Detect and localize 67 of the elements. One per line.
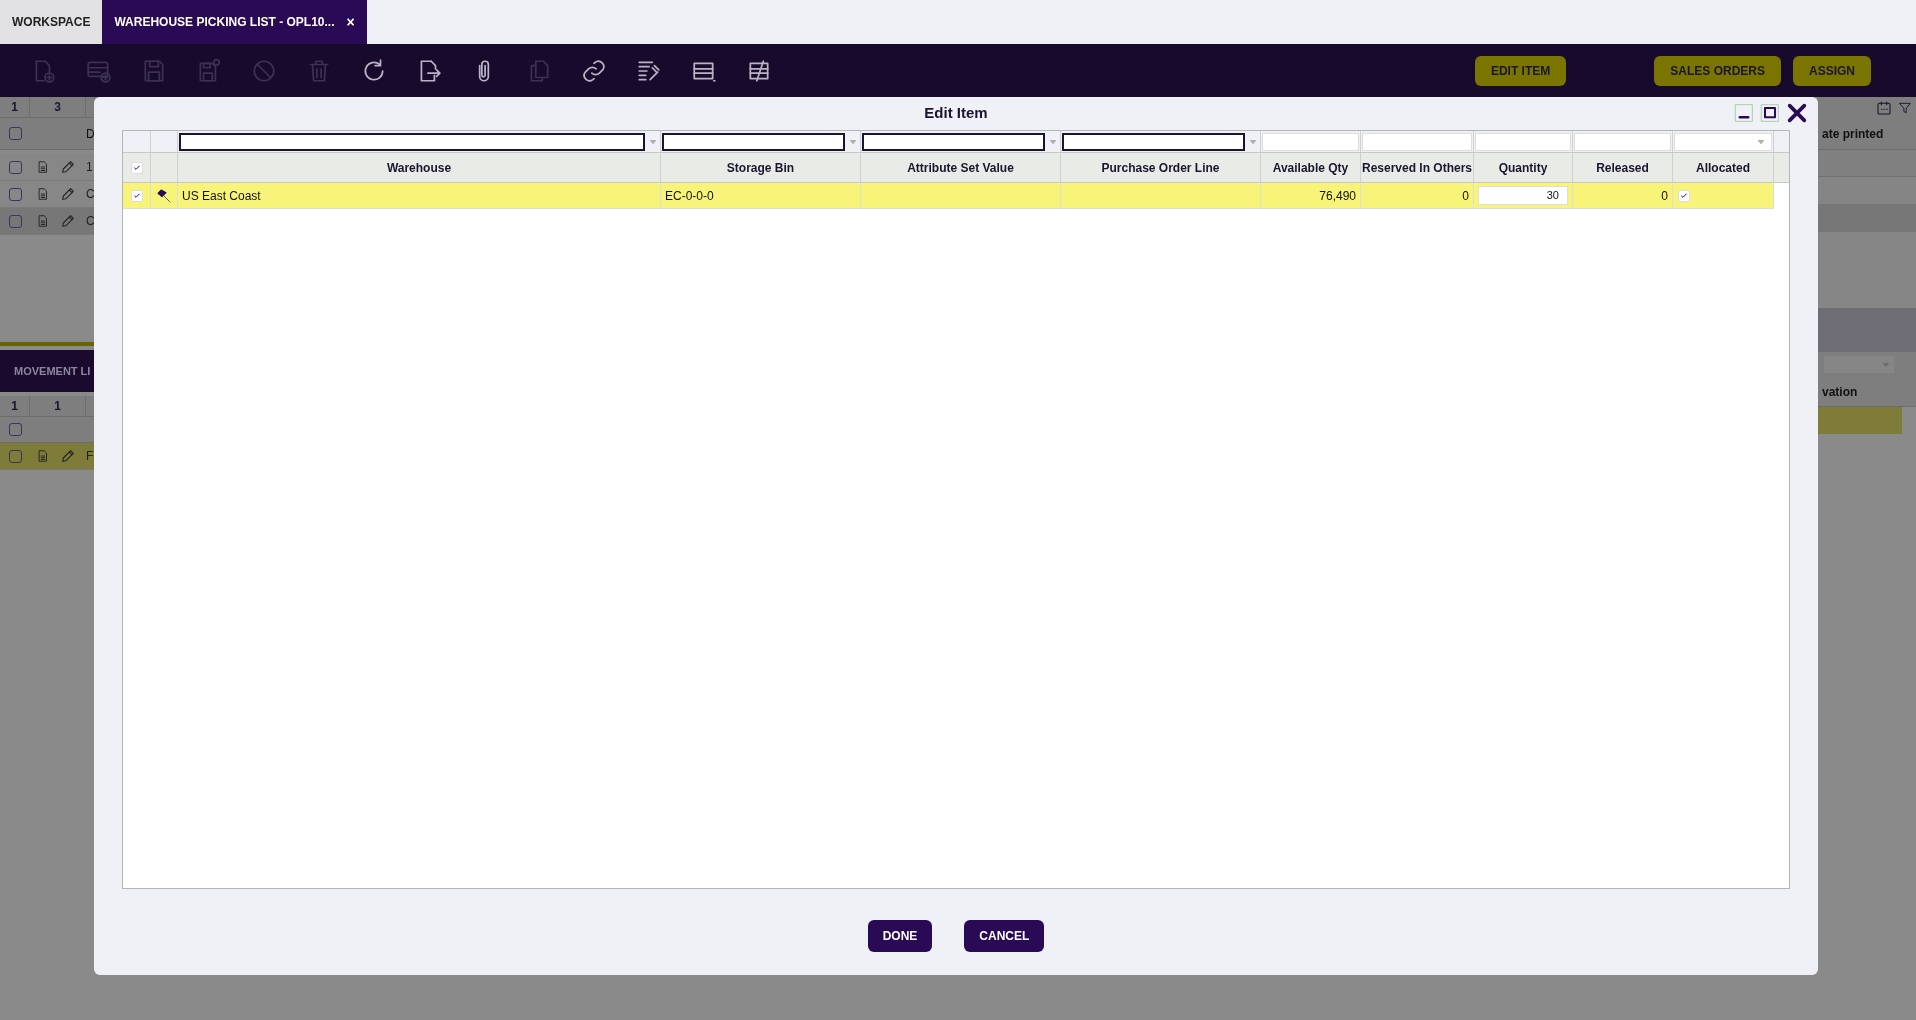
filter-field[interactable] [662,132,845,151]
pencil-icon [60,448,76,464]
filter-field[interactable] [179,132,645,151]
dialog-button[interactable]: CANCEL [964,920,1045,952]
column-header: D [86,125,95,143]
document-icon [36,186,50,202]
dialog-button[interactable]: DONE [867,920,933,952]
table-cell-text: C [86,186,95,203]
table-cell-text: 76,490 [1319,187,1356,205]
count-label: 1 [30,396,86,416]
table-cell-text: US East Coast [182,187,261,205]
filter-field[interactable] [862,132,1045,151]
checkbox[interactable] [8,127,22,140]
check-icon [1680,191,1688,200]
toolbar-button[interactable]: ASSIGN [1793,55,1871,86]
column-header[interactable]: Reserved In Others [1361,153,1474,182]
checkbox[interactable] [8,187,22,201]
count-label: 1 [0,396,30,416]
pencil-icon [60,159,76,175]
tab[interactable]: WAREHOUSE PICKING LIST - OPL10... × [102,0,367,44]
column-header[interactable]: Released [1573,153,1673,182]
tab[interactable]: WORKSPACE [0,0,103,44]
dialog-title: Edit Item [924,103,988,124]
table-cell-text: F [86,448,94,465]
checkbox[interactable] [8,160,22,174]
close-icon[interactable]: × [346,11,355,33]
table-cell-text: 1 [86,159,93,176]
minimize-icon[interactable] [1734,103,1754,123]
count-label: 3 [30,97,86,117]
table-cell-text: 0 [1661,187,1668,205]
checkbox[interactable] [8,214,22,228]
check-icon [132,163,141,172]
table-row[interactable]: US East Coast EC-0-0-0 76,490 0 30 0 [123,183,1774,209]
dropdown-field[interactable] [1824,356,1894,373]
count-label: 1 [0,97,30,117]
calendar-icon [1876,99,1892,116]
check-icon [132,191,141,200]
close-icon[interactable] [1786,102,1808,124]
toolbar-button[interactable]: EDIT ITEM [1474,55,1567,86]
column-header[interactable]: Allocated [1673,153,1774,182]
table-cell-text: 0 [1462,187,1469,205]
checkbox[interactable] [8,449,22,463]
column-header[interactable]: Available Qty [1261,153,1361,182]
filter-icon [1898,100,1912,115]
checkbox[interactable] [8,423,22,436]
maximize-icon[interactable] [1760,103,1780,123]
document-icon [36,448,50,464]
table-cell-text: C [86,213,95,230]
column-header: vation [1822,383,1858,401]
section-title: MOVEMENT LI [14,363,91,379]
table-cell-text: EC-0-0-0 [665,187,714,205]
quantity-field[interactable]: 30 [1478,186,1568,205]
document-icon [36,159,50,175]
pencil-icon [60,186,76,202]
caret-icon [1882,360,1890,369]
pencil-icon [60,213,76,229]
column-header[interactable]: Warehouse [178,153,661,182]
column-header[interactable]: Attribute Set Value [861,153,1061,182]
filter-field[interactable] [1062,132,1245,151]
form-view-icon[interactable] [746,57,772,84]
column-header: ate printed [1822,125,1884,143]
column-header[interactable]: Quantity [1474,153,1573,182]
link-icon[interactable] [581,57,607,84]
toolbar-button[interactable]: SALES ORDERS [1654,55,1781,86]
column-header[interactable]: Storage Bin [661,153,861,182]
column-header[interactable]: Purchase Order Line [1061,153,1261,182]
document-icon [36,213,50,229]
